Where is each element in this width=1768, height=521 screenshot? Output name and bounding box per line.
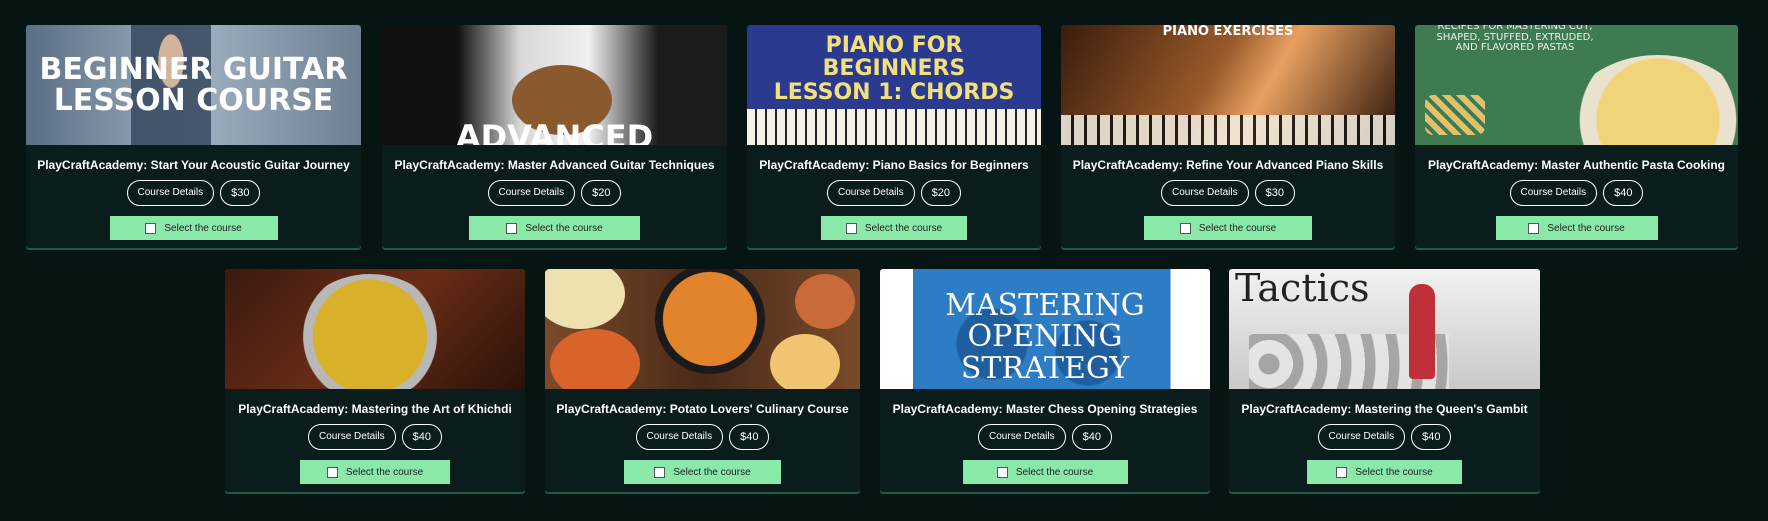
select-checkbox[interactable]: [654, 466, 666, 478]
course-details-button[interactable]: Course Details: [635, 424, 724, 450]
select-label: Select the course: [1355, 466, 1433, 478]
select-label: Select the course: [345, 466, 424, 478]
price-badge: $40: [401, 424, 442, 450]
select-course-button[interactable]: Select the course: [300, 460, 450, 484]
course-thumbnail[interactable]: [225, 269, 525, 389]
price-badge: $20: [581, 180, 622, 206]
course-details-button[interactable]: Course Details: [126, 180, 215, 206]
select-label: Select the course: [673, 466, 751, 478]
select-course-button[interactable]: Select the course: [962, 460, 1128, 484]
thumbnail-text: PIANO FOR BEGINNERS LESSON 1: CHORDS: [773, 33, 1015, 105]
course-thumbnail[interactable]: Tactics: [1229, 269, 1540, 389]
thumbnail-text: PIANO EXERCISES: [1162, 25, 1294, 39]
course-details-button[interactable]: Course Details: [1161, 180, 1249, 206]
select-label: Select the course: [164, 222, 242, 234]
select-checkbox[interactable]: [1179, 222, 1191, 234]
course-card-piano-beginner: PIANO FOR BEGINNERS LESSON 1: CHORDS Pla…: [747, 25, 1041, 248]
select-checkbox[interactable]: [326, 466, 338, 478]
select-course-button[interactable]: Select the course: [1495, 216, 1658, 240]
select-course-button[interactable]: Select the course: [109, 216, 278, 240]
select-checkbox[interactable]: [145, 222, 157, 234]
thumbnail-text: RECIPES FOR MASTERING CUT, SHAPED, STUFF…: [1436, 25, 1594, 53]
course-card-pasta: RECIPES FOR MASTERING CUT, SHAPED, STUFF…: [1415, 25, 1738, 248]
select-course-button[interactable]: Select the course: [469, 216, 640, 240]
select-checkbox[interactable]: [845, 222, 857, 234]
select-label: Select the course: [1198, 222, 1277, 234]
course-thumbnail[interactable]: MASTERING OPENING STRATEGY: [880, 269, 1210, 389]
course-title: PlayCraftAcademy: Piano Basics for Begin…: [759, 158, 1029, 172]
course-details-button[interactable]: Course Details: [1509, 180, 1598, 206]
select-course-button[interactable]: Select the course: [624, 460, 781, 484]
course-card-chess-opening: MASTERING OPENING STRATEGY PlayCraftAcad…: [880, 269, 1210, 492]
course-title: PlayCraftAcademy: Potato Lovers' Culinar…: [556, 402, 849, 416]
thumbnail-text: MASTERING OPENING STRATEGY: [945, 287, 1145, 386]
price-badge: $40: [1411, 424, 1452, 450]
price-badge: $40: [1603, 180, 1644, 206]
select-checkbox[interactable]: [506, 222, 518, 234]
course-title: PlayCraftAcademy: Master Advanced Guitar…: [394, 158, 715, 172]
course-title: PlayCraftAcademy: Refine Your Advanced P…: [1072, 158, 1384, 172]
course-title: PlayCraftAcademy: Start Your Acoustic Gu…: [37, 158, 350, 172]
thumbnail-text: BEGINNER GUITAR LESSON COURSE: [39, 51, 348, 118]
select-course-button[interactable]: Select the course: [821, 216, 967, 240]
course-details-button[interactable]: Course Details: [487, 180, 576, 206]
select-label: Select the course: [1015, 466, 1094, 478]
course-thumbnail[interactable]: PIANO EXERCISES: [1061, 25, 1395, 145]
course-thumbnail[interactable]: BEGINNER GUITAR LESSON COURSE: [26, 25, 361, 145]
select-label: Select the course: [864, 222, 943, 234]
course-details-button[interactable]: Course Details: [978, 424, 1066, 450]
course-thumbnail[interactable]: PIANO FOR BEGINNERS LESSON 1: CHORDS: [747, 25, 1041, 145]
course-card-potato: PlayCraftAcademy: Potato Lovers' Culinar…: [545, 269, 860, 492]
course-thumbnail[interactable]: ADVANCED: [382, 25, 727, 145]
course-thumbnail[interactable]: [545, 269, 860, 389]
select-label: Select the course: [525, 222, 603, 234]
price-badge: $20: [920, 180, 961, 206]
course-card-piano-advanced: PIANO EXERCISES PlayCraftAcademy: Refine…: [1061, 25, 1395, 248]
course-card-guitar-beginner: BEGINNER GUITAR LESSON COURSE PlayCraftA…: [26, 25, 361, 248]
course-title: PlayCraftAcademy: Master Chess Opening S…: [892, 402, 1198, 416]
price-badge: $40: [1071, 424, 1112, 450]
course-title: PlayCraftAcademy: Mastering the Art of K…: [238, 402, 512, 416]
select-checkbox[interactable]: [1528, 222, 1540, 234]
course-title: PlayCraftAcademy: Master Authentic Pasta…: [1428, 158, 1725, 172]
select-course-button[interactable]: Select the course: [1307, 460, 1462, 484]
thumbnail-text: Tactics: [1235, 269, 1370, 310]
course-details-button[interactable]: Course Details: [827, 180, 915, 206]
thumbnail-text: ADVANCED: [455, 118, 654, 145]
course-card-queens-gambit: Tactics PlayCraftAcademy: Mastering the …: [1229, 269, 1540, 492]
select-label: Select the course: [1547, 222, 1625, 234]
select-checkbox[interactable]: [996, 466, 1008, 478]
course-details-button[interactable]: Course Details: [308, 424, 396, 450]
course-card-khichdi: PlayCraftAcademy: Mastering the Art of K…: [225, 269, 525, 492]
select-course-button[interactable]: Select the course: [1144, 216, 1312, 240]
price-badge: $30: [1254, 180, 1295, 206]
course-thumbnail[interactable]: RECIPES FOR MASTERING CUT, SHAPED, STUFF…: [1415, 25, 1738, 145]
course-details-button[interactable]: Course Details: [1317, 424, 1406, 450]
price-badge: $30: [220, 180, 261, 206]
select-checkbox[interactable]: [1336, 466, 1348, 478]
price-badge: $40: [729, 424, 770, 450]
course-title: PlayCraftAcademy: Mastering the Queen's …: [1241, 402, 1528, 416]
course-card-guitar-advanced: ADVANCED PlayCraftAcademy: Master Advanc…: [382, 25, 727, 248]
